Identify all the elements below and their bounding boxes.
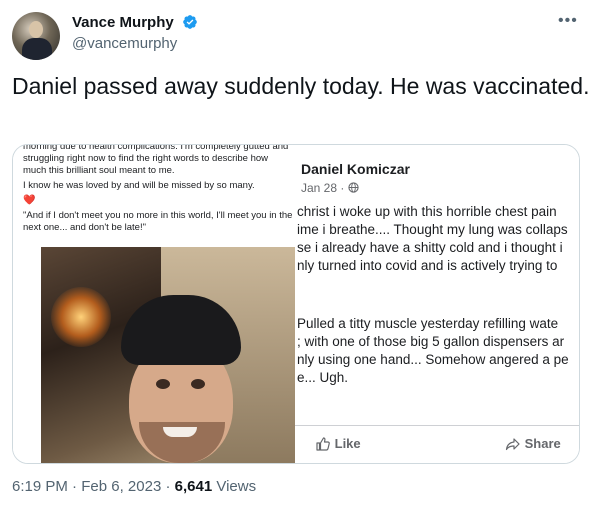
fb-post-2-line: nly using one hand... Somehow angered a …: [297, 352, 569, 367]
fb-share-label: Share: [524, 436, 561, 452]
fb-date-text: Jan 28 ·: [301, 181, 345, 195]
fb-post-1-line: se i already have a shitty cold and i th…: [297, 240, 563, 255]
left-screenshot-text: morning due to health complications. I'm…: [23, 144, 293, 237]
photo-eye-right: [191, 379, 205, 389]
tweet-date[interactable]: Feb 6, 2023: [81, 478, 161, 495]
fb-post-2-line: Pulled a titty muscle yesterday refillin…: [297, 316, 559, 331]
meta-separator: ·: [72, 478, 78, 495]
selfie-photo: [41, 247, 295, 463]
left-quote: "And if I don't meet you no more in this…: [23, 210, 293, 233]
display-name-text: Vance Murphy: [72, 14, 174, 31]
media-left-screenshot: morning due to health complications. I'm…: [13, 145, 295, 463]
fb-post-2-line: e... Ugh.: [297, 370, 349, 385]
tweet-metadata: 6:19 PM · Feb 6, 2023 · 6,641 Views: [12, 478, 256, 495]
fb-post-1-line: christ i woke up with this horrible ches…: [297, 204, 557, 219]
author-display-name[interactable]: Vance Murphy: [72, 14, 198, 31]
photo-lamp: [51, 287, 111, 347]
fb-post-1-line: nly turned into covid and is actively tr…: [297, 258, 558, 273]
tweet-text: Daniel passed away suddenly today. He wa…: [12, 73, 590, 99]
tweet-media[interactable]: morning due to health complications. I'm…: [12, 144, 580, 464]
media-right-screenshot: Daniel Komiczar Jan 28 · christ i woke u…: [295, 145, 579, 463]
fb-author-name: Daniel Komiczar: [301, 161, 410, 177]
views-count[interactable]: 6,641: [175, 478, 213, 495]
globe-icon: [348, 182, 359, 193]
thumbs-up-icon: [316, 436, 330, 451]
photo-smile: [163, 427, 197, 437]
fb-share-button: Share: [505, 435, 561, 452]
avatar-face: [29, 21, 43, 38]
heart-icon: ❤️: [23, 195, 36, 206]
author-avatar[interactable]: [12, 12, 60, 60]
author-handle[interactable]: @vancemurphy: [72, 35, 177, 52]
share-arrow-icon: [505, 437, 520, 450]
fb-like-label: Like: [334, 436, 361, 452]
fb-post-1-line: ime i breathe.... Thought my lung was co…: [297, 222, 568, 237]
avatar-body: [22, 38, 52, 60]
verified-badge-icon: [183, 15, 197, 29]
fb-post-1: christ i woke up with this horrible ches…: [297, 203, 579, 275]
tweet-time[interactable]: 6:19 PM: [12, 478, 68, 495]
fb-post-date: Jan 28 ·: [301, 181, 359, 195]
views-label: Views: [216, 478, 257, 495]
fb-post-2: Pulled a titty muscle yesterday refillin…: [297, 315, 579, 387]
more-options-icon[interactable]: •••: [558, 12, 578, 30]
photo-eye-left: [156, 379, 170, 389]
fb-like-button: Like: [315, 435, 361, 452]
fb-divider: [295, 425, 579, 426]
left-paragraph-2: I know he was loved by and will be misse…: [23, 180, 255, 191]
meta-separator: ·: [165, 478, 171, 495]
fb-post-2-line: ; with one of those big 5 gallon dispens…: [297, 334, 565, 349]
left-paragraph-1: morning due to health complications. I'm…: [23, 144, 289, 176]
